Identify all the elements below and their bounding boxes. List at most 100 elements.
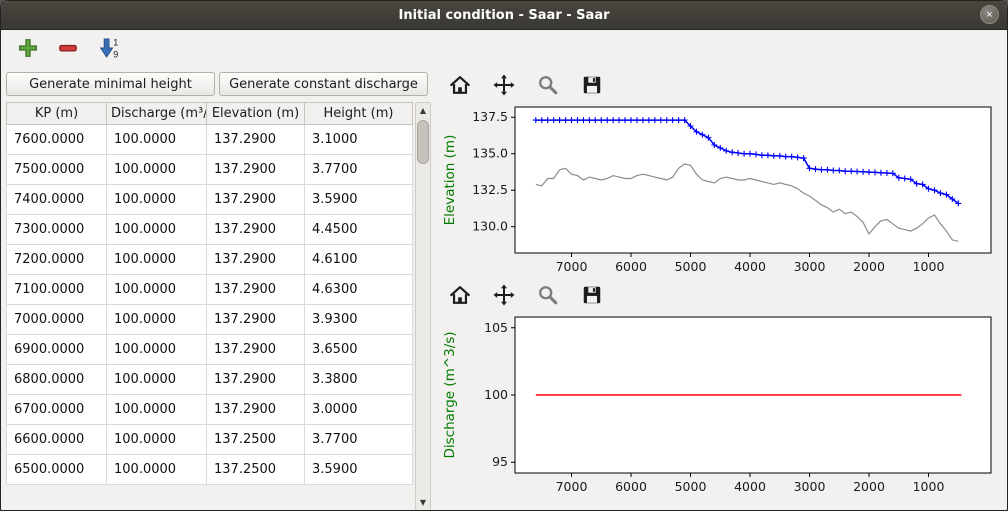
table-row: 6700.0000100.0000137.29003.0000: [7, 395, 413, 425]
table-row: 7600.0000100.0000137.29003.1000: [7, 125, 413, 155]
table-cell[interactable]: 137.2900: [207, 185, 305, 215]
plot1-pan-button[interactable]: [491, 72, 517, 98]
plot2-zoom-button[interactable]: [535, 282, 561, 308]
column-header[interactable]: Elevation (m): [207, 103, 305, 125]
table-cell[interactable]: 6600.0000: [7, 425, 107, 455]
table-cell[interactable]: 100.0000: [107, 395, 207, 425]
scrollbar-track[interactable]: [416, 118, 430, 495]
table-row: 7200.0000100.0000137.29004.6100: [7, 245, 413, 275]
plot1-zoom-button[interactable]: [535, 72, 561, 98]
table-cell[interactable]: 7600.0000: [7, 125, 107, 155]
plot2-save-button[interactable]: [579, 282, 605, 308]
scroll-up-button[interactable]: ▲: [416, 103, 430, 118]
table-cell[interactable]: 137.2900: [207, 365, 305, 395]
table-cell[interactable]: 137.2500: [207, 455, 305, 485]
remove-icon: [57, 37, 79, 59]
table-cell[interactable]: 100.0000: [107, 125, 207, 155]
svg-text:1: 1: [113, 38, 118, 48]
table-row: 6900.0000100.0000137.29003.6500: [7, 335, 413, 365]
table-cell[interactable]: 100.0000: [107, 365, 207, 395]
table-row: 7000.0000100.0000137.29003.9300: [7, 305, 413, 335]
plot2-pan-button[interactable]: [491, 282, 517, 308]
plot1-save-button[interactable]: [579, 72, 605, 98]
table-cell[interactable]: 7500.0000: [7, 155, 107, 185]
table-cell[interactable]: 100.0000: [107, 305, 207, 335]
table-cell[interactable]: 137.2500: [207, 425, 305, 455]
y-tick-label: 132.5: [472, 182, 508, 197]
table-cell[interactable]: 137.2900: [207, 125, 305, 155]
table-cell[interactable]: 3.6500: [305, 335, 413, 365]
pan-icon: [493, 74, 515, 96]
table-cell[interactable]: 6700.0000: [7, 395, 107, 425]
column-header[interactable]: Discharge (m³/s): [107, 103, 207, 125]
window-title: Initial condition - Saar - Saar: [398, 8, 609, 23]
table-cell[interactable]: 3.5900: [305, 455, 413, 485]
table-row: 6600.0000100.0000137.25003.7700: [7, 425, 413, 455]
table-cell[interactable]: 100.0000: [107, 275, 207, 305]
y-tick-label: 137.5: [472, 109, 508, 124]
table-cell[interactable]: 100.0000: [107, 425, 207, 455]
table-cell[interactable]: 100.0000: [107, 455, 207, 485]
table-cell[interactable]: 3.7700: [305, 425, 413, 455]
table-row: 7400.0000100.0000137.29003.5900: [7, 185, 413, 215]
plot1-home-button[interactable]: [447, 72, 473, 98]
save-icon: [581, 74, 603, 96]
scrollbar-thumb[interactable]: [417, 120, 429, 164]
table-cell[interactable]: 137.2900: [207, 215, 305, 245]
column-header[interactable]: Height (m): [305, 103, 413, 125]
table-cell[interactable]: 6800.0000: [7, 365, 107, 395]
table-cell[interactable]: 100.0000: [107, 335, 207, 365]
scroll-down-button[interactable]: ▼: [416, 495, 430, 510]
table-row: 6500.0000100.0000137.25003.5900: [7, 455, 413, 485]
table-cell[interactable]: 100.0000: [107, 245, 207, 275]
table-cell[interactable]: 4.4500: [305, 215, 413, 245]
discharge-chart[interactable]: 700060005000400030002000100095100105Disc…: [439, 310, 1003, 500]
table-cell[interactable]: 6500.0000: [7, 455, 107, 485]
table-cell[interactable]: 3.0000: [305, 395, 413, 425]
sort-rows-button[interactable]: 1 9: [95, 34, 123, 62]
y-axis-label: Discharge (m^3/s): [442, 331, 458, 458]
table-cell[interactable]: 137.2900: [207, 335, 305, 365]
table-cell[interactable]: 7000.0000: [7, 305, 107, 335]
table-cell[interactable]: 137.2900: [207, 245, 305, 275]
close-button[interactable]: ×: [980, 5, 999, 24]
generate-minimal-height-button[interactable]: Generate minimal height: [6, 72, 215, 96]
table-cell[interactable]: 137.2900: [207, 155, 305, 185]
table-cell[interactable]: 137.2900: [207, 395, 305, 425]
x-tick-label: 2000: [853, 479, 885, 494]
elevation-chart[interactable]: 7000600050004000300020001000130.0132.513…: [439, 100, 1003, 280]
titlebar[interactable]: Initial condition - Saar - Saar ×: [1, 1, 1007, 30]
zoom-icon: [537, 74, 559, 96]
table-cell[interactable]: 3.1000: [305, 125, 413, 155]
table-cell[interactable]: 7400.0000: [7, 185, 107, 215]
table-cell[interactable]: 137.2900: [207, 275, 305, 305]
x-tick-label: 1000: [913, 479, 945, 494]
table-cell[interactable]: 7100.0000: [7, 275, 107, 305]
generate-constant-discharge-button[interactable]: Generate constant discharge: [219, 72, 428, 96]
home-icon: [449, 74, 471, 96]
add-row-button[interactable]: [15, 35, 41, 61]
table-cell[interactable]: 100.0000: [107, 155, 207, 185]
table-cell[interactable]: 3.7700: [305, 155, 413, 185]
table-cell[interactable]: 100.0000: [107, 185, 207, 215]
table-cell[interactable]: 3.5900: [305, 185, 413, 215]
table-cell[interactable]: 7200.0000: [7, 245, 107, 275]
table-cell[interactable]: 6900.0000: [7, 335, 107, 365]
table-scrollbar[interactable]: ▲ ▼: [415, 102, 431, 511]
plot2-home-button[interactable]: [447, 282, 473, 308]
table-cell[interactable]: 7300.0000: [7, 215, 107, 245]
table-cell[interactable]: 4.6300: [305, 275, 413, 305]
remove-row-button[interactable]: [55, 35, 81, 61]
table-cell[interactable]: 4.6100: [305, 245, 413, 275]
right-panel: 7000600050004000300020001000130.0132.513…: [433, 66, 1007, 511]
table-cell[interactable]: 3.9300: [305, 305, 413, 335]
table-row: 6800.0000100.0000137.29003.3800: [7, 365, 413, 395]
table-cell[interactable]: 3.3800: [305, 365, 413, 395]
plot-box: [515, 107, 991, 253]
table-cell[interactable]: 100.0000: [107, 215, 207, 245]
column-header[interactable]: KP (m): [7, 103, 107, 125]
y-tick-label: 100: [484, 387, 508, 402]
initial-condition-table: KP (m)Discharge (m³/s)Elevation (m)Heigh…: [6, 102, 413, 485]
x-tick-label: 5000: [675, 479, 707, 494]
table-cell[interactable]: 137.2900: [207, 305, 305, 335]
